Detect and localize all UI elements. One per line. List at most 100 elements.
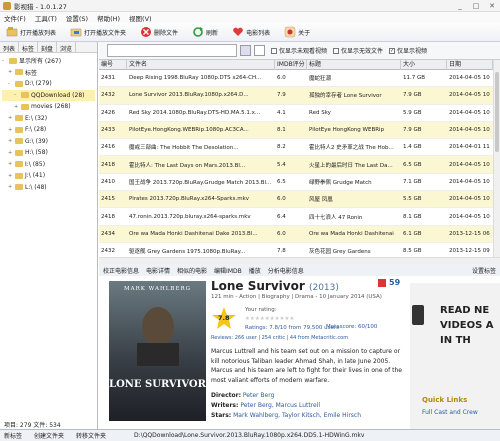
tree-node-label: L:\ (48) [25,183,47,191]
tree-node[interactable]: + 标签 [2,67,95,79]
maximize-button[interactable]: □ [468,2,484,10]
ratings-line[interactable]: Ratings: 7.8/10 from 79,500 users [245,324,339,333]
expand-toggle-icon[interactable]: + [8,184,14,190]
col-filename[interactable]: 文件名 [127,60,275,70]
table-row[interactable]: 2418 霍比特人: The Last Days on Mars.2013.Bl.… [99,156,493,174]
your-rating-stars[interactable]: ★★★★★★★★★★ [245,315,339,324]
expand-toggle-icon[interactable]: + [8,127,14,133]
table-row[interactable]: 2431 Deep Rising 1998.BluRay 1080p.DTS x2… [99,70,493,88]
tree-node[interactable]: + J:\ (41) [2,170,95,182]
similar-movies-button[interactable]: 相似的电影 [177,266,207,275]
table-row[interactable]: 2432 驱逐舰 Grey Gardens 1975.1080p.BluRay..… [99,243,493,257]
movie-detail-button[interactable]: 电影详情 [146,266,170,275]
metascore-line[interactable]: Metascore: 60/100 [326,324,377,330]
director-link[interactable]: Peter Berg [243,392,275,399]
set-tags-button[interactable]: 设置标签 [472,266,496,275]
expand-toggle-icon[interactable]: - [8,81,14,87]
expand-toggle-icon[interactable]: + [8,138,14,144]
delete-file-button[interactable]: 删除文件 [140,26,178,38]
stars-label: Stars: [211,412,232,419]
analyze-button[interactable]: 分析电影信息 [268,266,304,275]
app-icon [3,1,11,10]
close-button[interactable]: ✕ [484,2,500,10]
table-row[interactable]: 2416 魔戒三部曲: The Hobbit The Desolation... 8… [99,139,493,157]
stars-link[interactable]: Mark Wahlberg, Taylor Kitsch, Emile Hirs… [233,412,361,419]
tree-node[interactable]: + movies (268) [2,101,95,113]
table-row[interactable]: 2434 Ore wa Mada Honki Dashitenai Dake 20… [99,225,493,243]
move-folder-button[interactable]: 转移文件夹 [76,431,106,440]
menu-settings[interactable]: 设置(S) [66,13,88,23]
tree-node[interactable]: + L:\ (48) [2,182,95,194]
menu-view[interactable]: 视图(V) [129,13,152,23]
table-cell: 2014-04-05 10 [449,161,490,168]
table-row[interactable]: 2426 Red Sky 2014.1080p.BluRay.DTS-HD.MA.… [99,105,493,122]
delete-icon [140,26,152,38]
tree-node[interactable]: + I:\ (85) [2,159,95,171]
reviews-line[interactable]: Reviews: 266 user | 254 critic | 44 from… [211,335,411,341]
fix-info-button[interactable]: 校正电影信息 [103,266,139,275]
new-tag-button[interactable]: 新标签 [4,431,22,440]
expand-toggle-icon[interactable]: + [14,104,20,110]
menu-help[interactable]: 帮助(H) [97,13,120,23]
expand-toggle-icon[interactable]: + [8,69,14,75]
movie-list-button[interactable]: 电影列表 [232,26,270,38]
table-cell: 2431 [101,75,115,82]
view-grid-button[interactable] [254,45,265,56]
expand-toggle-icon[interactable]: + [8,161,14,167]
tree-node-label: E:\ (32) [25,114,48,122]
tree-node[interactable]: - 显示所有 (267) [2,55,95,67]
table-row[interactable]: 2410 国王战争 2013.720p.BluRay.Grudge Match 2… [99,174,493,192]
table-row[interactable]: 2433 PilotEye.HongKong.WEBRip.1080p.AC3CA… [99,121,493,140]
tab-burn[interactable]: 刻盘 [38,42,58,53]
create-folder-button[interactable]: 创建文件夹 [34,431,64,440]
refresh-button[interactable]: 刷新 [192,26,218,38]
table-row[interactable]: 2432 Lone Survivor 2013.BluRay.1080p.x264… [99,87,493,105]
tree-node[interactable]: + E:\ (32) [2,113,95,125]
tree-node[interactable]: - QQDownload (28) [2,89,95,101]
tree-node-label: movies (268) [31,103,71,111]
expand-toggle-icon[interactable]: - [2,58,8,64]
col-size[interactable]: 大小 [401,60,447,70]
invalid-checkbox[interactable]: 仅显示无效文件 [333,46,383,55]
search-input[interactable] [107,44,237,57]
writers-link[interactable]: Peter Berg, Marcus Luttrell [240,402,320,409]
play-button[interactable]: 播放 [249,266,261,275]
col-imdb[interactable]: IMDB评分 [275,60,307,70]
view-list-button[interactable] [240,45,251,56]
expand-toggle-icon[interactable]: - [14,92,20,98]
table-cell: 2416 [101,144,115,151]
tab-browse[interactable]: 浏览 [57,42,77,53]
expand-toggle-icon[interactable]: + [8,173,14,179]
open-folder-button[interactable]: 打开播放文件夹 [70,26,126,38]
video-only-checkbox[interactable]: ✓ 仅显示视频 [389,46,427,55]
col-date[interactable]: 日期 [447,60,493,70]
menu-tools[interactable]: 工具(T) [35,13,57,23]
about-button[interactable]: 关于 [284,26,310,38]
table-row[interactable]: 2418 47.ronin.2013.720p.bluray.x264-spark… [99,208,493,226]
table-vertical-scrollbar[interactable] [493,60,500,257]
tree-node[interactable]: + F:\ (28) [2,124,95,136]
tree-node[interactable]: + H:\ (58) [2,147,95,159]
tab-list[interactable]: 列表 [0,42,20,53]
tree-node-label: J:\ (41) [25,172,46,180]
tree-node[interactable]: + G:\ (39) [2,136,95,148]
tab-tags[interactable]: 标签 [19,42,39,53]
table-cell: 2432 [101,92,115,99]
menu-file[interactable]: 文件(F) [4,13,26,23]
menu-bar: 文件(F) 工具(T) 设置(S) 帮助(H) 视图(V) [0,12,500,23]
open-playlist-button[interactable]: 打开播放列表 [6,26,56,38]
table-cell: Deep Rising 1998.BluRay 1080p.DTS x264-C… [129,75,262,82]
ad-line-2: VIDEOS A [440,320,494,331]
table-cell: 风屋 凤凰 [309,197,333,204]
full-cast-link[interactable]: Full Cast and Crew [422,409,478,416]
minimize-button[interactable]: _ [452,2,468,10]
table-horizontal-scrollbar[interactable] [99,257,500,264]
table-row[interactable]: 2415 Pirates 2013.720p.BluRay.x264-Sparks… [99,191,493,209]
expand-toggle-icon[interactable]: + [8,115,14,121]
expand-toggle-icon[interactable]: + [8,150,14,156]
col-id[interactable]: 编号 [99,60,127,70]
tree-node[interactable]: - D:\ (279) [2,78,95,90]
col-title[interactable]: 标题 [307,60,401,70]
edit-imdb-button[interactable]: 编辑IMDB [214,266,242,275]
unwatched-checkbox[interactable]: 仅显示未观看视频 [271,46,327,55]
